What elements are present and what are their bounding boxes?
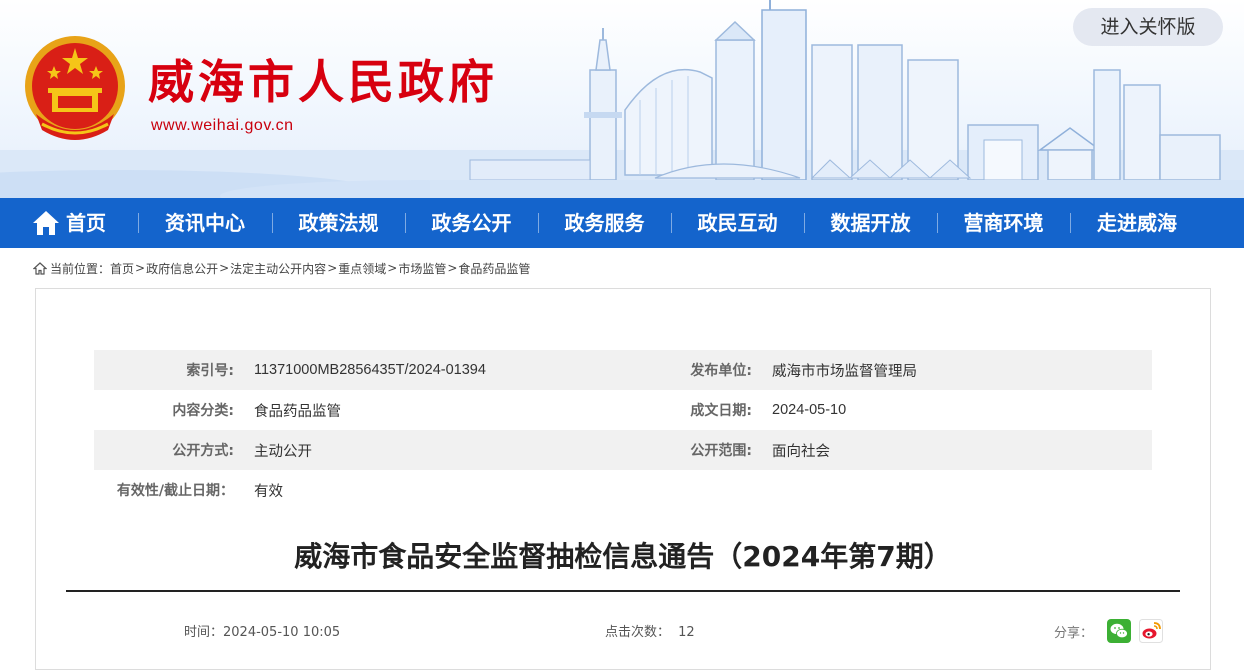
weibo-share-icon[interactable]	[1139, 619, 1164, 643]
metadata-row: 公开方式: 主动公开 公开范围: 面向社会	[94, 430, 1152, 470]
nav-item-gov-service[interactable]: 政务服务	[538, 198, 671, 248]
article-container: 索引号: 11371000MB2856435T/2024-01394 发布单位:…	[35, 288, 1211, 670]
validity-label: 有效性/截止日期：	[116, 483, 234, 499]
breadcrumb-separator: >	[387, 261, 398, 275]
validity-value: 有效	[254, 483, 283, 500]
national-emblem-icon	[25, 36, 125, 140]
nav-item-interaction[interactable]: 政民互动	[671, 198, 804, 248]
publish-time-value: 2024-05-10 10:05	[223, 625, 341, 640]
share-group: 分享：	[1054, 619, 1164, 643]
care-mode-button[interactable]: 进入关怀版	[1073, 8, 1223, 46]
site-url[interactable]: www.weihai.gov.cn	[151, 117, 293, 135]
nav-item-home[interactable]: 首页	[0, 198, 138, 248]
publisher-value: 威海市市场监督管理局	[772, 363, 917, 380]
nav-item-open-data[interactable]: 数据开放	[804, 198, 937, 248]
home-small-icon	[33, 261, 47, 275]
nav-item-policy[interactable]: 政策法规	[272, 198, 405, 248]
breadcrumb-item-gov-info[interactable]: 政府信息公开	[146, 260, 218, 277]
click-count: 点击次数： 12	[605, 621, 695, 640]
article-title: 威海市食品安全监督抽检信息通告（2024年第7期）	[294, 540, 952, 573]
publish-time: 时间：2024-05-10 10:05	[184, 621, 340, 640]
title-divider	[66, 590, 1180, 592]
nav-item-business[interactable]: 营商环境	[937, 198, 1070, 248]
scope-label: 公开范围:	[690, 443, 752, 459]
click-count-label: 点击次数：	[605, 625, 671, 640]
home-icon	[33, 211, 59, 235]
breadcrumb-separator: >	[447, 261, 458, 275]
breadcrumb-item-food-drug[interactable]: 食品药品监管	[458, 260, 530, 277]
breadcrumb-separator: >	[135, 261, 146, 275]
metadata-row: 索引号: 11371000MB2856435T/2024-01394 发布单位:…	[94, 350, 1152, 390]
site-title[interactable]: 威海市人民政府	[148, 52, 498, 112]
index-label: 索引号:	[186, 363, 234, 379]
category-label: 内容分类:	[172, 403, 234, 419]
publish-time-label: 时间：	[184, 625, 224, 640]
nav-item-about-weihai[interactable]: 走进威海	[1070, 198, 1204, 248]
date-value: 2024-05-10	[772, 402, 847, 418]
category-value: 食品药品监管	[254, 403, 341, 420]
metadata-row: 内容分类: 食品药品监管 成文日期: 2024-05-10	[94, 390, 1152, 430]
publisher-label: 发布单位:	[690, 363, 752, 379]
breadcrumb: 当前位置： 首页 > 政府信息公开 > 法定主动公开内容 > 重点领域 > 市场…	[33, 258, 530, 278]
breadcrumb-prefix: 当前位置：	[50, 261, 111, 276]
breadcrumb-separator: >	[219, 261, 230, 275]
click-count-value: 12	[678, 625, 695, 640]
metadata-table: 索引号: 11371000MB2856435T/2024-01394 发布单位:…	[94, 350, 1152, 510]
wechat-share-icon[interactable]	[1107, 619, 1132, 643]
metadata-row: 有效性/截止日期： 有效	[94, 470, 1152, 510]
breadcrumb-item-statutory[interactable]: 法定主动公开内容	[230, 260, 326, 277]
header-banner: 威海市人民政府 www.weihai.gov.cn 进入关怀版	[0, 0, 1244, 198]
breadcrumb-separator: >	[327, 261, 338, 275]
breadcrumb-item-home[interactable]: 首页	[110, 260, 134, 277]
breadcrumb-item-key-areas[interactable]: 重点领域	[338, 260, 386, 277]
breadcrumb-item-market[interactable]: 市场监管	[398, 260, 446, 277]
mode-value: 主动公开	[254, 443, 312, 460]
date-label: 成文日期:	[690, 403, 752, 419]
share-label: 分享：	[1054, 625, 1094, 641]
nav-item-gov-affairs[interactable]: 政务公开	[405, 198, 538, 248]
mode-label: 公开方式:	[172, 443, 234, 459]
index-value: 11371000MB2856435T/2024-01394	[254, 362, 486, 378]
main-nav: 首页 资讯中心 政策法规 政务公开 政务服务 政民互动 数据开放 营商环境 走进…	[0, 198, 1244, 248]
scope-value: 面向社会	[772, 443, 830, 460]
nav-item-label: 首页	[66, 211, 106, 235]
nav-item-news[interactable]: 资讯中心	[138, 198, 272, 248]
article-info-bar: 时间：2024-05-10 10:05 点击次数： 12 分享：	[36, 619, 1210, 643]
